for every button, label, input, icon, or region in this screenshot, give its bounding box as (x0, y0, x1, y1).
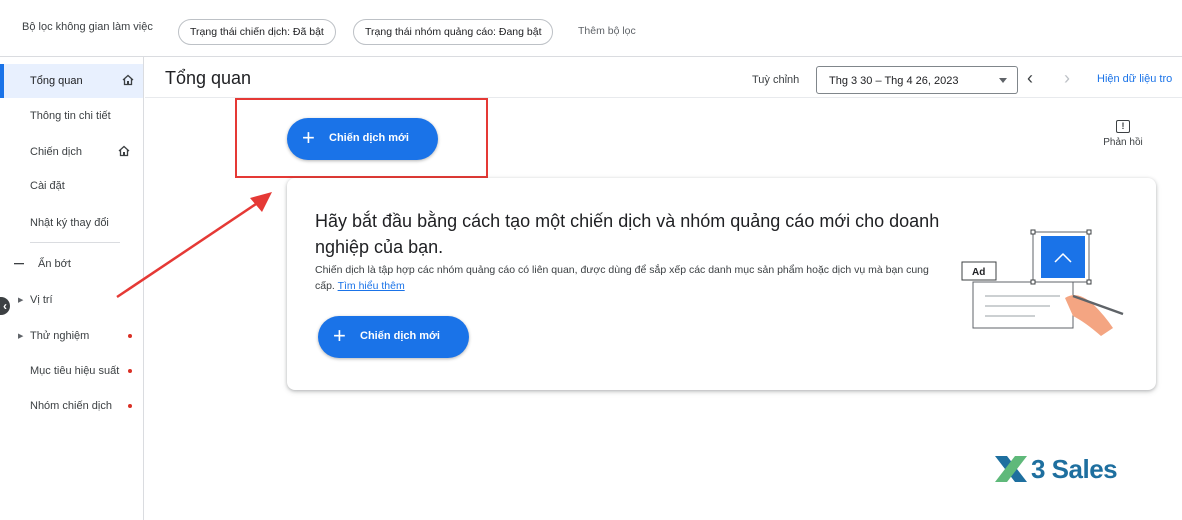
sidebar-item-label: Vị trí (30, 294, 53, 306)
add-filter-button[interactable]: Thêm bộ lọc (578, 25, 636, 37)
sidebar-item-label: Mục tiêu hiệu suất (30, 365, 120, 377)
date-range-select[interactable]: Thg 3 30 – Thg 4 26, 2023 (816, 66, 1018, 94)
feedback-button[interactable]: ! Phản hồi (1098, 120, 1148, 148)
filter-chip-adgroup-status[interactable]: Trạng thái nhóm quảng cáo: Đang bật (353, 19, 554, 45)
sidebar-item-label: Nhóm chiến dịch (30, 400, 112, 412)
sidebar-item-change-history[interactable]: Nhật ký thay đổi (0, 206, 143, 240)
new-campaign-label: Chiến dịch mới (360, 330, 440, 342)
sidebar-item-settings[interactable]: Cài đặt (0, 169, 143, 203)
plus-icon: + (333, 323, 346, 348)
sidebar-item-overview[interactable]: Tổng quan (0, 64, 143, 98)
filter-chip-campaign-status[interactable]: Trạng thái chiến dịch: Đã bật (178, 19, 336, 45)
triangle-right-icon: ▶ (18, 333, 24, 340)
ad-illustration-icon: Ad (961, 229, 1124, 336)
ad-tag: Ad (972, 267, 985, 278)
sidebar-item-label: Nhật ký thay đổi (30, 217, 109, 229)
sidebar-item-performance-goals[interactable]: Mục tiêu hiệu suất (0, 354, 143, 388)
sidebar-item-locations[interactable]: ▶ Vị trí (0, 283, 143, 317)
show-data-link[interactable]: Hiện dữ liệu tro (1097, 73, 1172, 85)
sidebar-item-experiments[interactable]: ▶ Thử nghiệm (0, 319, 143, 353)
x-logo-icon (995, 456, 1027, 482)
sidebar-item-campaign-groups[interactable]: Nhóm chiến dịch (0, 389, 143, 423)
chevron-right-icon[interactable]: › (1064, 68, 1070, 89)
sidebar-item-label: Cài đặt (30, 180, 65, 192)
feedback-label: Phản hồi (1103, 137, 1143, 148)
home-icon (122, 74, 134, 86)
caret-down-icon (999, 78, 1007, 83)
empty-state-card: Hãy bắt đầu bằng cách tạo một chiến dịch… (287, 178, 1156, 390)
status-dot (128, 369, 132, 373)
page-title: Tổng quan (165, 68, 252, 88)
sidebar-item-label: Thông tin chi tiết (30, 110, 111, 122)
card-description: Chiến dịch là tập hợp các nhóm quảng cáo… (315, 262, 945, 294)
logo-text: 3 Sales (1031, 454, 1118, 484)
sidebar-show-less[interactable]: Ẩn bớt (0, 247, 143, 281)
triangle-right-icon: ▶ (18, 297, 24, 304)
learn-more-link[interactable]: Tìm hiểu thêm (338, 280, 405, 292)
sidebar-item-label: Ẩn bớt (38, 258, 71, 270)
custom-range-label: Tuỳ chỉnh (752, 74, 800, 86)
status-dot (128, 404, 132, 408)
status-dot (128, 334, 132, 338)
annotation-highlight-box (235, 98, 488, 178)
minus-icon (14, 263, 24, 265)
sidebar: Tổng quan Thông tin chi tiết Chiến dịch … (0, 57, 144, 520)
home-icon (118, 145, 130, 157)
card-title: Hãy bắt đầu bằng cách tạo một chiến dịch… (315, 211, 940, 257)
sidebar-item-label: Tổng quan (30, 75, 83, 87)
sidebar-item-label: Chiến dịch (30, 146, 82, 158)
chevron-left-icon[interactable]: ‹ (1027, 68, 1033, 89)
workspace-filter-label: Bộ lọc không gian làm việc (22, 21, 153, 33)
workspace-filter-bar: Bộ lọc không gian làm việc Trạng thái ch… (0, 0, 1182, 57)
sidebar-divider (30, 242, 120, 243)
feedback-icon: ! (1116, 120, 1130, 133)
sidebar-item-campaigns[interactable]: Chiến dịch (0, 135, 143, 169)
new-campaign-card-button[interactable]: + Chiến dịch mới (318, 316, 469, 358)
sidebar-item-insights[interactable]: Thông tin chi tiết (0, 99, 143, 133)
date-range-value: Thg 3 30 – Thg 4 26, 2023 (829, 75, 959, 87)
sidebar-item-label: Thử nghiệm (30, 330, 90, 342)
card-description-text: Chiến dịch là tập hợp các nhóm quảng cáo… (315, 264, 929, 292)
